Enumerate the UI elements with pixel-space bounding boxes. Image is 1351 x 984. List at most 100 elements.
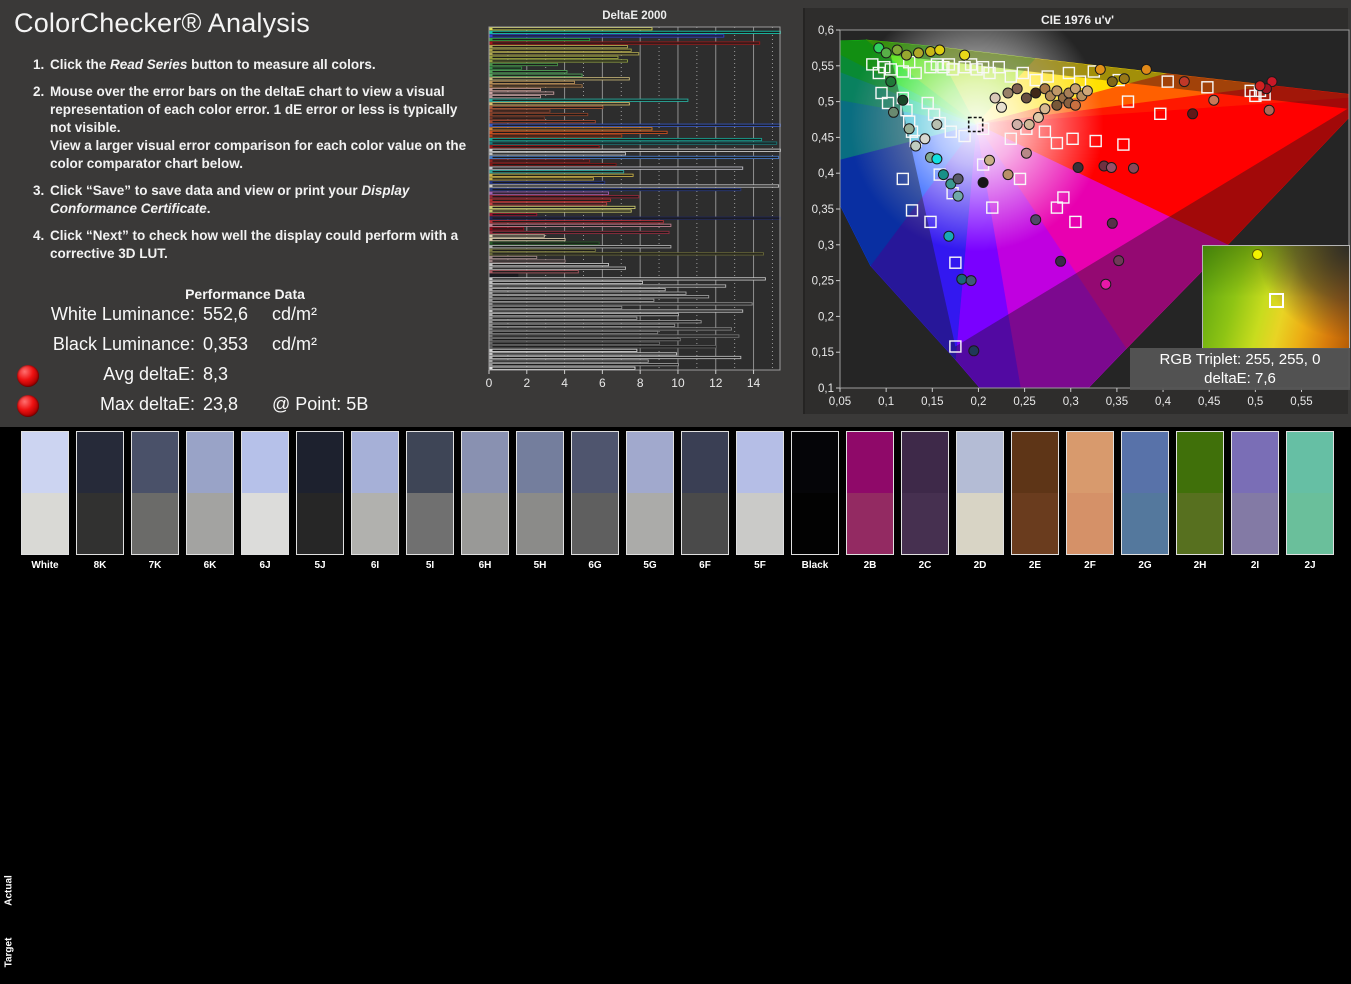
swatch-column-6G[interactable] xyxy=(571,431,619,555)
delta-error-bar[interactable] xyxy=(489,173,634,177)
cie-measured-point[interactable] xyxy=(903,123,915,135)
delta-error-bar[interactable] xyxy=(489,284,727,288)
cie-measured-point[interactable] xyxy=(1072,162,1084,173)
cie-measured-point[interactable] xyxy=(931,153,943,165)
cie-measured-point[interactable] xyxy=(1069,99,1081,111)
cie-measured-point[interactable] xyxy=(977,177,989,188)
delta-error-bar[interactable] xyxy=(489,259,566,263)
cie-measured-point[interactable] xyxy=(891,44,903,56)
delta-error-bar[interactable] xyxy=(489,334,740,338)
cie-measured-point[interactable] xyxy=(1208,94,1220,106)
cie-measured-point[interactable] xyxy=(965,275,977,287)
delta-error-bar[interactable] xyxy=(489,223,672,227)
delta-error-bar[interactable] xyxy=(489,123,781,127)
swatch-column-6F[interactable] xyxy=(681,431,729,555)
delta-error-bar[interactable] xyxy=(489,52,640,56)
cie-measured-point[interactable] xyxy=(1263,104,1275,116)
swatch-column-5F[interactable] xyxy=(736,431,784,555)
cie-measured-point[interactable] xyxy=(968,345,980,357)
cie-measured-point[interactable] xyxy=(1039,103,1051,115)
delta-error-bar[interactable] xyxy=(489,198,611,202)
swatch-column-5J[interactable] xyxy=(296,431,344,555)
cie-measured-point[interactable] xyxy=(897,94,909,106)
cie-measured-point[interactable] xyxy=(1023,119,1035,130)
cie-measured-point[interactable] xyxy=(984,154,995,166)
delta-error-bar[interactable] xyxy=(489,87,541,92)
cie-measured-point[interactable] xyxy=(910,140,922,152)
cie-measured-point[interactable] xyxy=(943,230,955,242)
cie-measured-point[interactable] xyxy=(952,190,964,202)
swatch-column-2E[interactable] xyxy=(1011,431,1059,555)
swatch-column-5I[interactable] xyxy=(406,431,454,555)
swatch-column-2I[interactable] xyxy=(1231,431,1279,555)
cie-measured-point[interactable] xyxy=(885,76,897,88)
delta-error-bar[interactable] xyxy=(489,141,778,145)
delta-error-bar[interactable] xyxy=(489,359,649,363)
swatch-column-6J[interactable] xyxy=(241,431,289,555)
delta-error-bar[interactable] xyxy=(489,266,627,270)
cie-measured-point[interactable] xyxy=(1094,63,1106,75)
delta-error-bar[interactable] xyxy=(489,37,591,42)
delta-error-bar[interactable] xyxy=(489,216,781,220)
delta-error-bar[interactable] xyxy=(489,73,583,77)
delta-error-bar[interactable] xyxy=(489,62,558,67)
delta-error-bar[interactable] xyxy=(489,95,541,99)
cie-measured-point[interactable] xyxy=(1106,217,1118,229)
delta-error-bar[interactable] xyxy=(489,288,666,292)
delta-error-bar[interactable] xyxy=(489,366,636,370)
cie-measured-point[interactable] xyxy=(1002,87,1014,99)
cie-measured-point[interactable] xyxy=(1187,108,1199,120)
cie-measured-point[interactable] xyxy=(1011,119,1023,130)
delta-error-bar[interactable] xyxy=(489,241,600,245)
delta-error-bar[interactable] xyxy=(489,127,653,131)
delta-error-bar[interactable] xyxy=(489,280,644,285)
delta-error-bar[interactable] xyxy=(489,177,594,181)
delta-error-bar[interactable] xyxy=(489,338,681,342)
cie-measured-point[interactable] xyxy=(1020,92,1032,104)
swatch-column-White[interactable] xyxy=(21,431,69,555)
cie-measured-point[interactable] xyxy=(913,47,924,59)
delta-error-bar[interactable] xyxy=(489,248,596,252)
cie-measured-point[interactable] xyxy=(934,44,946,56)
delta-error-bar[interactable] xyxy=(489,291,687,295)
cie-measured-point[interactable] xyxy=(919,133,931,145)
delta-error-bar[interactable] xyxy=(489,184,780,188)
delta-error-bar[interactable] xyxy=(489,84,583,88)
delta-error-bar[interactable] xyxy=(489,295,710,299)
delta-error-bar[interactable] xyxy=(489,263,610,267)
cie-measured-point[interactable] xyxy=(1106,76,1118,88)
delta-error-bar[interactable] xyxy=(489,245,672,249)
delta-error-bar[interactable] xyxy=(489,191,610,195)
cie-measured-point[interactable] xyxy=(1113,255,1125,267)
cie-measured-point[interactable] xyxy=(931,119,943,130)
delta-error-bar[interactable] xyxy=(489,59,628,63)
delta-error-bar[interactable] xyxy=(489,209,632,213)
delta-error-bar[interactable] xyxy=(489,234,545,238)
cie-measured-point[interactable] xyxy=(888,106,899,118)
cie-measured-point[interactable] xyxy=(1105,162,1117,173)
swatch-column-6K[interactable] xyxy=(186,431,234,555)
swatch-column-2B[interactable] xyxy=(846,431,894,555)
delta-error-bar[interactable] xyxy=(489,345,717,349)
cie-measured-point[interactable] xyxy=(880,47,892,59)
delta-error-bar[interactable] xyxy=(489,305,623,310)
cie-measured-point[interactable] xyxy=(925,46,936,57)
delta-error-bar[interactable] xyxy=(489,155,780,160)
delta-error-bar[interactable] xyxy=(489,273,519,277)
delta-error-bar[interactable] xyxy=(489,105,604,109)
delta-error-bar[interactable] xyxy=(489,180,606,185)
cie-measured-point[interactable] xyxy=(1081,85,1093,97)
delta-error-bar[interactable] xyxy=(489,298,655,302)
cie-measured-point[interactable] xyxy=(1140,63,1152,75)
delta-error-bar[interactable] xyxy=(489,162,617,167)
delta-error-bar[interactable] xyxy=(489,302,753,306)
delta-error-bar[interactable] xyxy=(489,130,668,134)
delta-error-bar[interactable] xyxy=(489,227,524,231)
swatch-column-2H[interactable] xyxy=(1176,431,1224,555)
delta-error-bar[interactable] xyxy=(489,159,591,163)
cie-measured-point[interactable] xyxy=(1100,278,1112,290)
delta-error-bar[interactable] xyxy=(489,48,632,52)
delta-error-bar[interactable] xyxy=(489,355,742,360)
cie-measured-point[interactable] xyxy=(1051,99,1063,111)
delta-error-bar[interactable] xyxy=(489,202,608,206)
